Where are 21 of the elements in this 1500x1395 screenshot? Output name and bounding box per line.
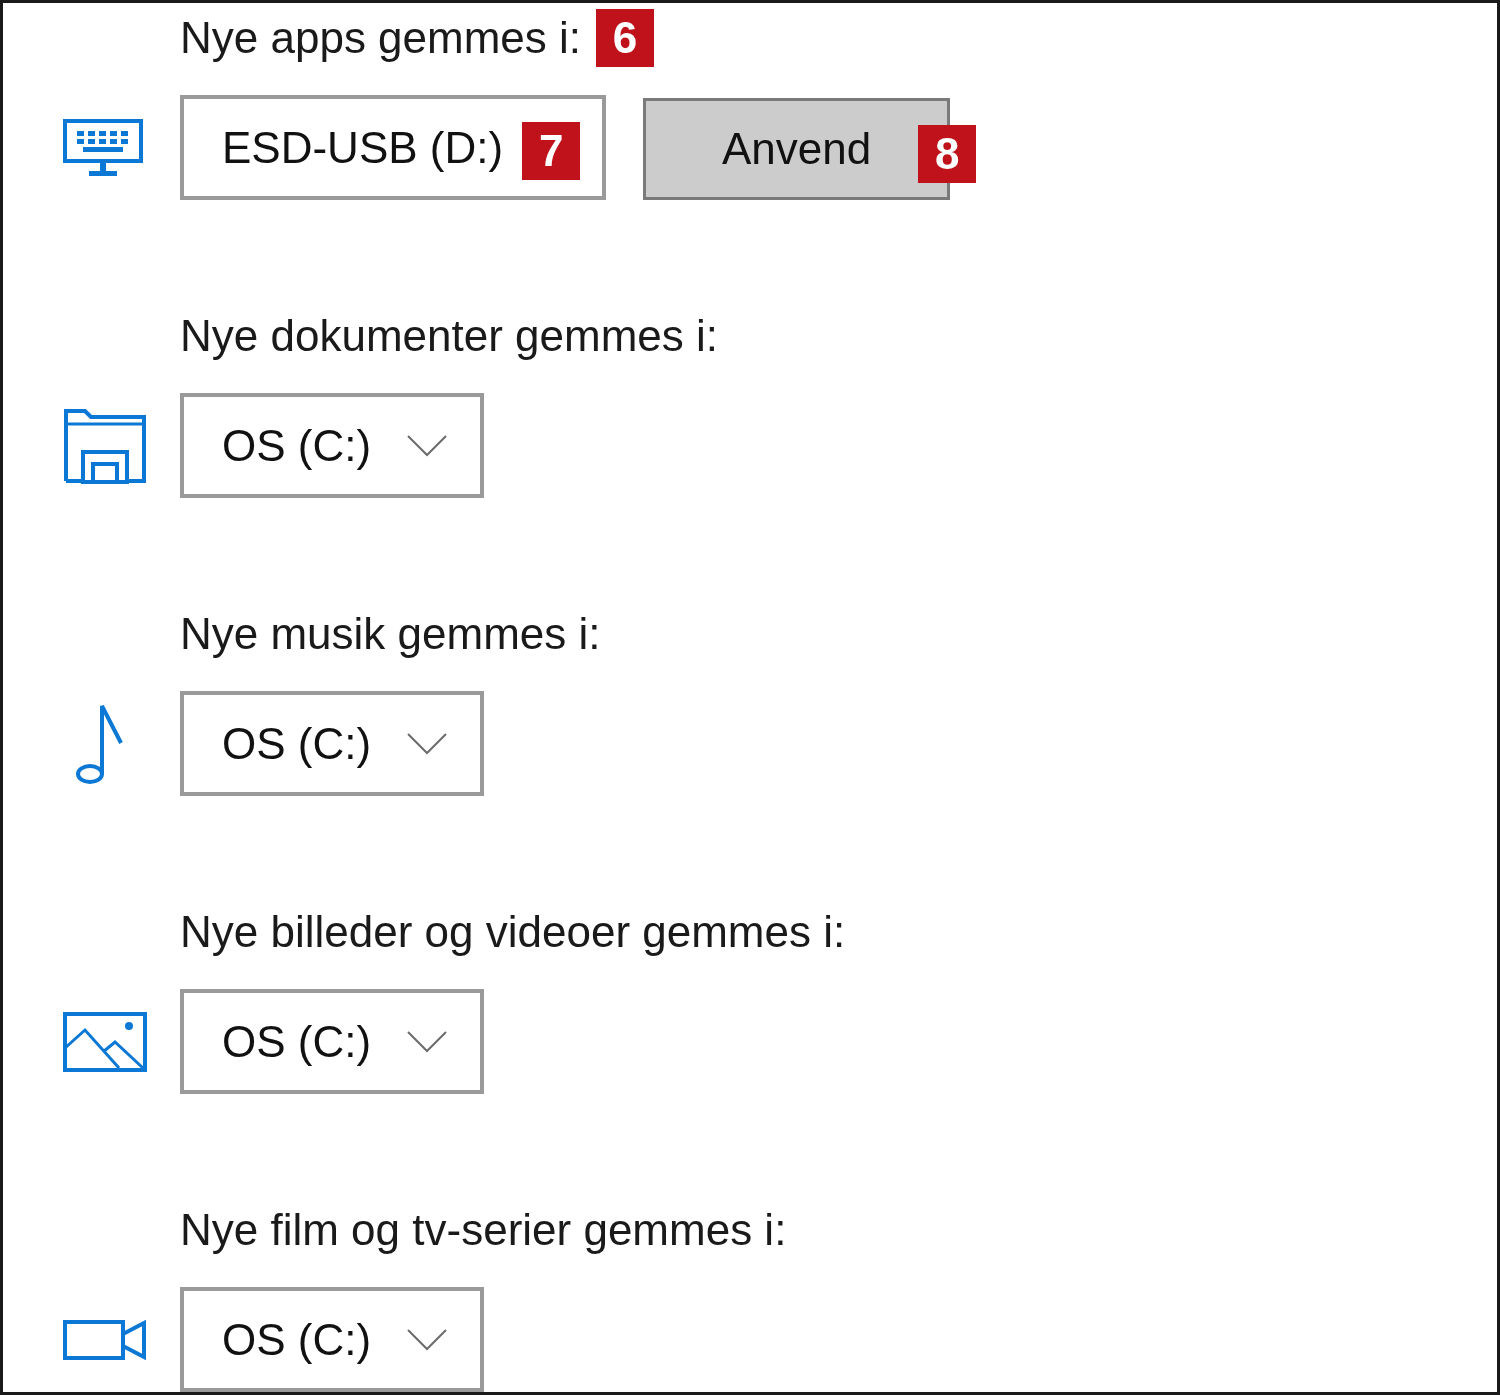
section-label: Nye billeder og videoer gemmes i:: [180, 906, 846, 958]
folder-icon: [63, 407, 147, 484]
section-label: Nye musik gemmes i:: [180, 608, 601, 660]
drive-dropdown[interactable]: OS (C:): [180, 1287, 485, 1392]
section-label: Nye dokumenter gemmes i:: [180, 310, 718, 362]
section-label: Nye apps gemmes i:: [180, 12, 582, 64]
chevron-icon: [407, 1030, 448, 1053]
callout-badge: 8: [918, 125, 977, 183]
section-label: Nye film og tv-serier gemmes i:: [180, 1204, 787, 1256]
chevron-icon: [407, 434, 448, 457]
monitor-icon: [63, 118, 143, 177]
picture-icon: [63, 1011, 147, 1072]
chevron-icon: [407, 1328, 448, 1351]
music-note-icon: [75, 702, 125, 785]
video-camera-icon: [63, 1319, 147, 1360]
callout-badge: 6: [596, 9, 655, 67]
drive-dropdown[interactable]: OS (C:): [180, 691, 485, 796]
callout-badge: 7: [522, 122, 581, 180]
drive-dropdown[interactable]: OS (C:): [180, 393, 485, 498]
drive-dropdown[interactable]: OS (C:): [180, 989, 485, 1094]
chevron-icon: [407, 732, 448, 755]
